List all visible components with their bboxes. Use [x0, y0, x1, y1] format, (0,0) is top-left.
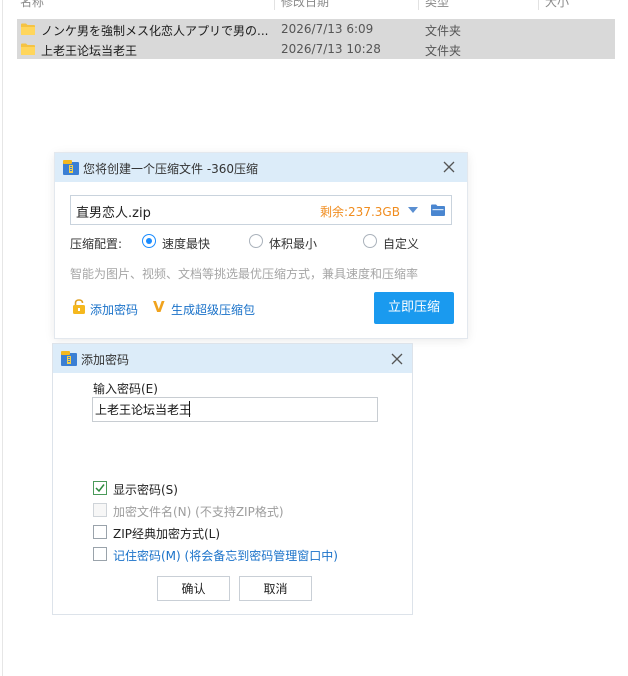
column-size[interactable]: 大小	[545, 0, 569, 10]
archive-name: 直男恋人.zip	[76, 206, 151, 221]
super-package-link[interactable]: 生成超级压缩包	[171, 301, 255, 318]
password-input-label: 输入密码(E)	[93, 382, 158, 396]
compress-dialog-titlebar[interactable]: 您将创建一个压缩文件 -360压缩	[55, 153, 467, 182]
encrypt-filename-label: 加密文件名(N) (不支持ZIP格式)	[113, 505, 284, 519]
dropdown-arrow-icon[interactable]	[408, 207, 418, 213]
column-separator	[274, 0, 275, 10]
option-custom-label[interactable]: 自定义	[383, 235, 419, 252]
option-custom-radio[interactable]	[363, 234, 377, 248]
archive-name-field[interactable]: 直男恋人.zip 剩余:237.3GB	[70, 195, 452, 225]
list-left-border	[2, 0, 3, 676]
remember-password-checkbox[interactable]	[93, 547, 107, 561]
file-type: 文件夹	[425, 44, 462, 58]
cancel-button[interactable]: 取消	[239, 576, 312, 601]
file-date: 2026/7/13 6:09	[281, 22, 374, 36]
column-separator	[538, 0, 539, 10]
folder-icon	[21, 43, 35, 55]
encrypt-filename-checkbox	[93, 503, 107, 517]
compress-config-label: 压缩配置:	[70, 237, 123, 251]
file-name: ノンケ男を強制メス化恋人アプリで男の...	[41, 24, 269, 38]
compress-now-button[interactable]: 立即压缩	[374, 292, 454, 324]
show-password-label[interactable]: 显示密码(S)	[113, 481, 178, 498]
archive-app-icon	[61, 351, 77, 366]
checkmark-icon	[95, 484, 105, 493]
confirm-button[interactable]: 确认	[157, 576, 230, 601]
column-header: 名称 修改日期 类型 大小	[0, 0, 628, 10]
close-icon[interactable]	[389, 351, 405, 367]
file-type: 文件夹	[425, 24, 462, 38]
password-dialog: 添加密码 输入密码(E) 上老王论坛当老王 显示密码(S) 加密文件名(N) (…	[53, 344, 412, 614]
password-dialog-title: 添加密码	[81, 353, 130, 367]
add-password-link[interactable]: 添加密码	[90, 301, 138, 318]
option-smallest-radio[interactable]	[249, 234, 263, 248]
option-fastest-label[interactable]: 速度最快	[162, 235, 210, 252]
option-smallest-label[interactable]: 体积最小	[269, 235, 317, 252]
compress-dialog-title: 您将创建一个压缩文件 -360压缩	[83, 162, 259, 176]
compress-dialog: 您将创建一个压缩文件 -360压缩 直男恋人.zip 剩余:237.3GB 压缩…	[55, 153, 467, 338]
v-badge-icon: V	[153, 298, 165, 316]
archive-app-icon	[63, 160, 79, 175]
folder-icon	[21, 23, 35, 35]
file-row[interactable]: ノンケ男を強制メス化恋人アプリで男の... 2026/7/13 6:09 文件夹	[17, 19, 615, 39]
column-date[interactable]: 修改日期	[281, 0, 329, 10]
file-date: 2026/7/13 10:28	[281, 42, 381, 56]
password-value: 上老王论坛当老王	[95, 403, 192, 417]
zip-classic-encryption-label[interactable]: ZIP经典加密方式(L)	[113, 525, 220, 542]
free-space-label: 剩余:237.3GB	[320, 205, 400, 219]
column-type[interactable]: 类型	[425, 0, 449, 10]
password-input[interactable]: 上老王论坛当老王	[92, 397, 378, 422]
lock-icon	[73, 299, 85, 314]
folder-browse-icon[interactable]	[431, 204, 445, 216]
show-password-checkbox[interactable]	[93, 481, 107, 495]
file-name: 上老王论坛当老王	[41, 44, 138, 58]
option-fastest-radio[interactable]	[142, 234, 156, 248]
compress-hint: 智能为图片、视频、文档等挑选最优压缩方式，兼具速度和压缩率	[70, 267, 419, 281]
close-icon[interactable]	[441, 159, 457, 175]
password-dialog-titlebar[interactable]: 添加密码	[53, 344, 412, 373]
column-name[interactable]: 名称	[20, 0, 44, 10]
zip-classic-encryption-checkbox[interactable]	[93, 525, 107, 539]
remember-password-label[interactable]: 记住密码(M) (将会备忘到密码管理窗口中)	[113, 547, 338, 564]
column-separator	[418, 0, 419, 10]
text-caret	[189, 401, 190, 417]
file-row[interactable]: 上老王论坛当老王 2026/7/13 10:28 文件夹	[17, 39, 615, 59]
